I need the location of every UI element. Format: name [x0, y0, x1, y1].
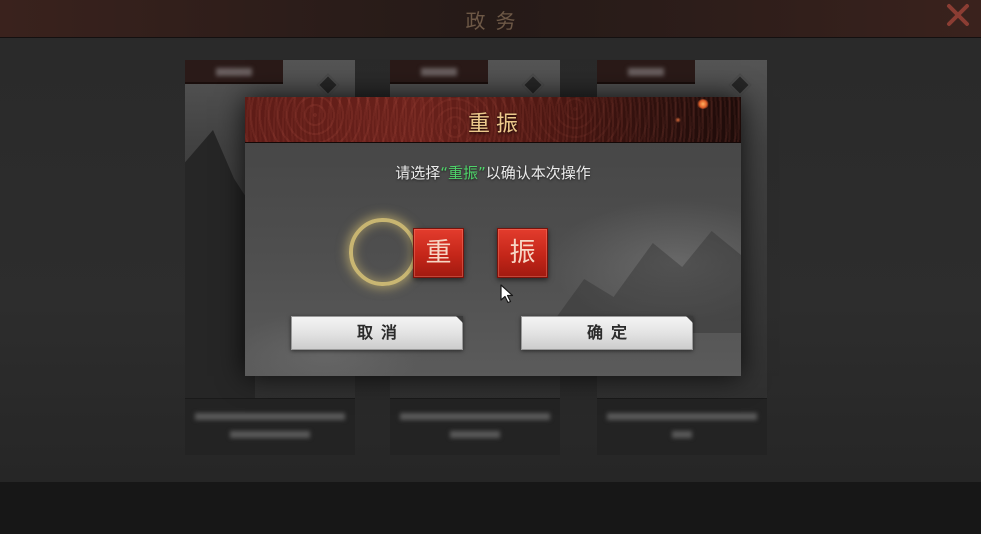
card-description: [185, 398, 355, 455]
blurred-text-line: [607, 413, 757, 420]
card-label-tag: [185, 60, 283, 84]
blurred-text-line: [450, 431, 500, 438]
dialog-header: 重振: [245, 97, 741, 143]
card-description: [597, 398, 767, 455]
blurred-label: [421, 68, 457, 76]
screen-title: 政务: [465, 9, 526, 33]
char-tile-chong[interactable]: 重: [413, 228, 464, 278]
card-description: [390, 398, 560, 455]
diamond-icon: [521, 73, 545, 97]
confirm-button[interactable]: 确定: [521, 316, 693, 350]
spark-effect: [675, 117, 681, 123]
prompt-text-after: 以确认本次操作: [485, 164, 591, 182]
blurred-label: [216, 68, 252, 76]
blurred-text-line: [230, 431, 310, 438]
spark-effect: [697, 99, 709, 109]
dialog-title: 重振: [467, 112, 524, 137]
blurred-text-line: [672, 431, 692, 438]
blurred-text-line: [400, 413, 550, 420]
card-label-tag: [390, 60, 488, 84]
char-tile-zhen[interactable]: 振: [497, 228, 548, 278]
mountain-painting: [545, 231, 741, 333]
bottom-band: [0, 482, 981, 534]
diamond-icon: [728, 73, 752, 97]
ring-icon: [349, 218, 417, 286]
close-icon: [947, 4, 969, 26]
confirm-dialog: 重振 请选择“重振”以确认本次操作 重 振 取消 确定: [245, 97, 741, 376]
top-bar: 政务: [0, 0, 981, 38]
prompt-highlight: “重振”: [440, 164, 486, 182]
prompt-text-before: 请选择: [395, 164, 441, 182]
blurred-label: [628, 68, 664, 76]
confirm-prompt: 请选择“重振”以确认本次操作: [245, 163, 741, 183]
mouse-pointer-icon: [500, 284, 514, 304]
cancel-button[interactable]: 取消: [291, 316, 463, 350]
card-label-tag: [597, 60, 695, 84]
diamond-icon: [316, 73, 340, 97]
blurred-text-line: [195, 413, 345, 420]
dialog-body: 请选择“重振”以确认本次操作 重 振 取消 确定: [245, 143, 741, 376]
close-button[interactable]: [944, 2, 972, 28]
